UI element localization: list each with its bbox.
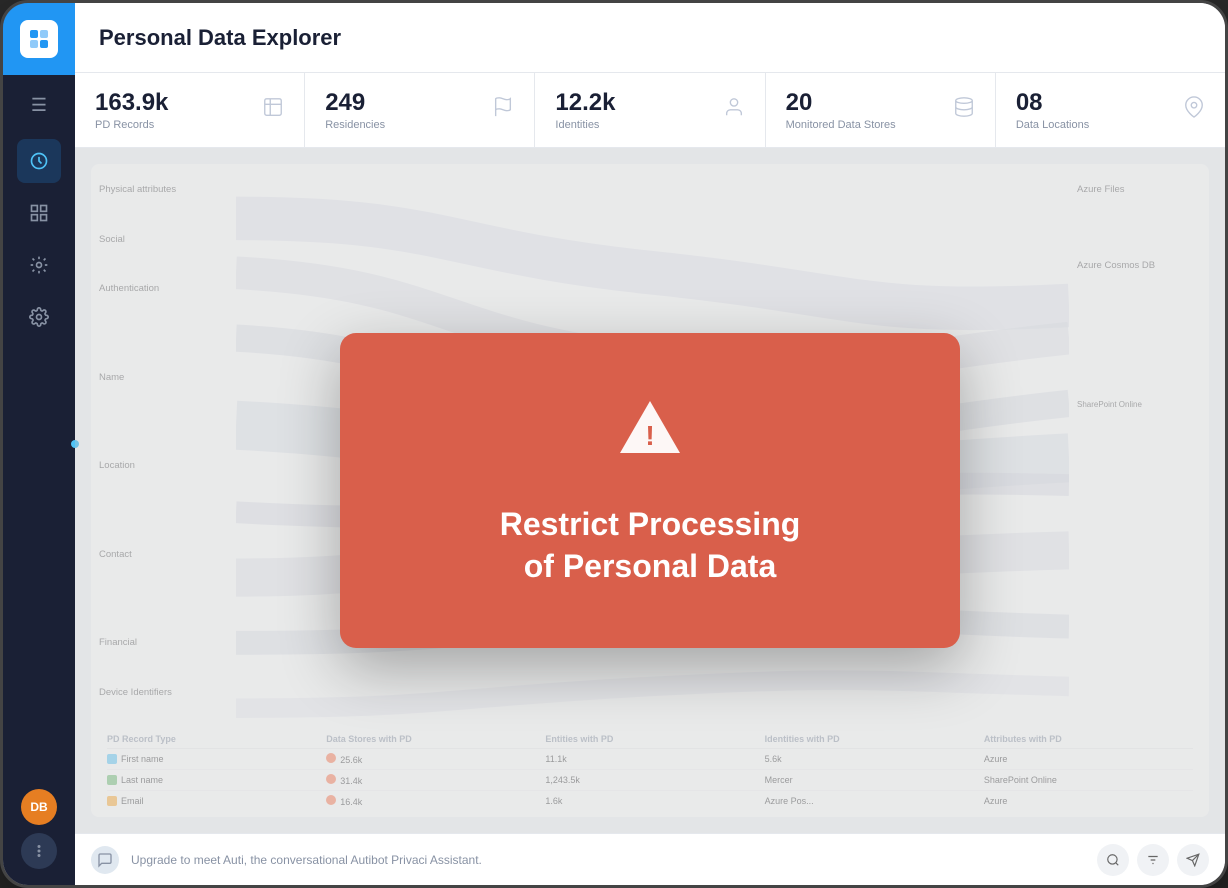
modal-warning-icon: ! xyxy=(390,393,910,480)
stat-data-locations: 08 Data Locations xyxy=(996,73,1225,147)
svg-text:!: ! xyxy=(645,420,654,451)
menu-toggle-button[interactable]: ☰ xyxy=(3,83,75,127)
sidebar-item-home[interactable] xyxy=(17,139,61,183)
sidebar-item-settings[interactable] xyxy=(17,295,61,339)
locations-icon xyxy=(1183,96,1205,124)
identities-icon xyxy=(723,96,745,124)
send-button[interactable] xyxy=(1177,844,1209,876)
top-bar: Personal Data Explorer xyxy=(75,3,1225,73)
chat-bubble-icon xyxy=(91,846,119,874)
sidebar-logo xyxy=(3,3,75,75)
content-area: Physical attributes Social Authenticatio… xyxy=(75,148,1225,833)
device-frame: ☰ xyxy=(0,0,1228,888)
restrict-processing-modal: ! Restrict Processingof Personal Data xyxy=(340,333,960,647)
stat-label-locations: Data Locations xyxy=(1016,119,1089,131)
stat-value-residencies: 249 xyxy=(325,89,385,117)
monitored-icon xyxy=(953,96,975,124)
main-content: Personal Data Explorer 163.9k PD Records xyxy=(75,3,1225,885)
stats-bar: 163.9k PD Records 249 Residencies xyxy=(75,73,1225,148)
stat-label-residencies: Residencies xyxy=(325,119,385,131)
stat-value-identities: 12.2k xyxy=(555,89,615,117)
bottom-bar: Upgrade to meet Auti, the conversational… xyxy=(75,833,1225,885)
modal-overlay: ! Restrict Processingof Personal Data xyxy=(75,148,1225,833)
user-avatar[interactable]: DB xyxy=(21,789,57,825)
stat-residencies: 249 Residencies xyxy=(305,73,535,147)
stat-pd-records: 163.9k PD Records xyxy=(75,73,305,147)
logo-box xyxy=(20,20,58,58)
stat-label-monitored: Monitored Data Stores xyxy=(786,119,896,131)
stat-value-locations: 08 xyxy=(1016,89,1089,117)
sidebar: ☰ xyxy=(3,3,75,885)
stat-value-pd-records: 163.9k xyxy=(95,89,168,117)
search-button[interactable] xyxy=(1097,844,1129,876)
app-container: ☰ xyxy=(3,3,1225,885)
sidebar-more-button[interactable] xyxy=(21,833,57,869)
bottom-actions xyxy=(1097,844,1209,876)
modal-title: Restrict Processingof Personal Data xyxy=(390,504,910,587)
residencies-icon xyxy=(492,96,514,124)
page-title: Personal Data Explorer xyxy=(99,25,341,51)
sidebar-item-dashboard[interactable] xyxy=(17,191,61,235)
stat-label-pd-records: PD Records xyxy=(95,119,168,131)
stat-identities: 12.2k Identities xyxy=(535,73,765,147)
bottom-chat-text: Upgrade to meet Auti, the conversational… xyxy=(131,853,1085,867)
avatar-initials: DB xyxy=(30,800,47,814)
stat-monitored-data-stores: 20 Monitored Data Stores xyxy=(766,73,996,147)
filter-button[interactable] xyxy=(1137,844,1169,876)
stat-label-identities: Identities xyxy=(555,119,615,131)
stat-value-monitored: 20 xyxy=(786,89,896,117)
pd-records-icon xyxy=(262,96,284,124)
sidebar-item-tools[interactable] xyxy=(17,243,61,287)
hamburger-icon: ☰ xyxy=(31,95,47,116)
